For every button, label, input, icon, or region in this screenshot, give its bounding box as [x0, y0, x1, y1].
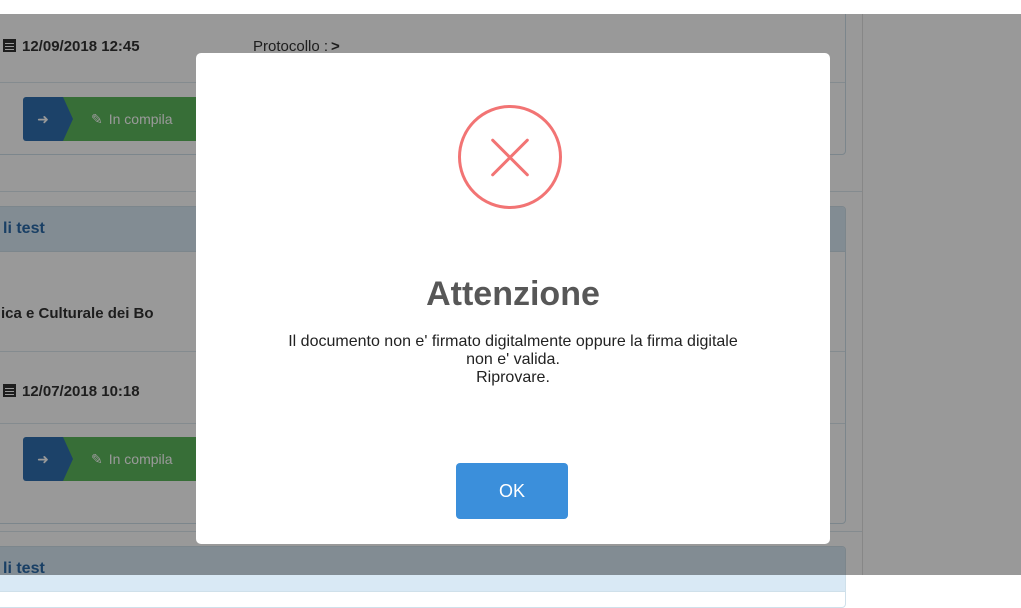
ok-button[interactable]: OK — [456, 463, 568, 519]
dialog-title: Attenzione — [426, 275, 600, 313]
error-x-icon — [458, 105, 562, 209]
message-line: Il documento non e' firmato digitalmente… — [288, 333, 738, 350]
dialog-message: Il documento non e' firmato digitalmente… — [216, 333, 810, 387]
message-line: non e' valida. — [466, 351, 560, 368]
top-strip — [0, 0, 1021, 14]
alert-dialog: Attenzione Il documento non e' firmato d… — [196, 53, 830, 544]
message-line: Riprovare. — [476, 369, 550, 386]
